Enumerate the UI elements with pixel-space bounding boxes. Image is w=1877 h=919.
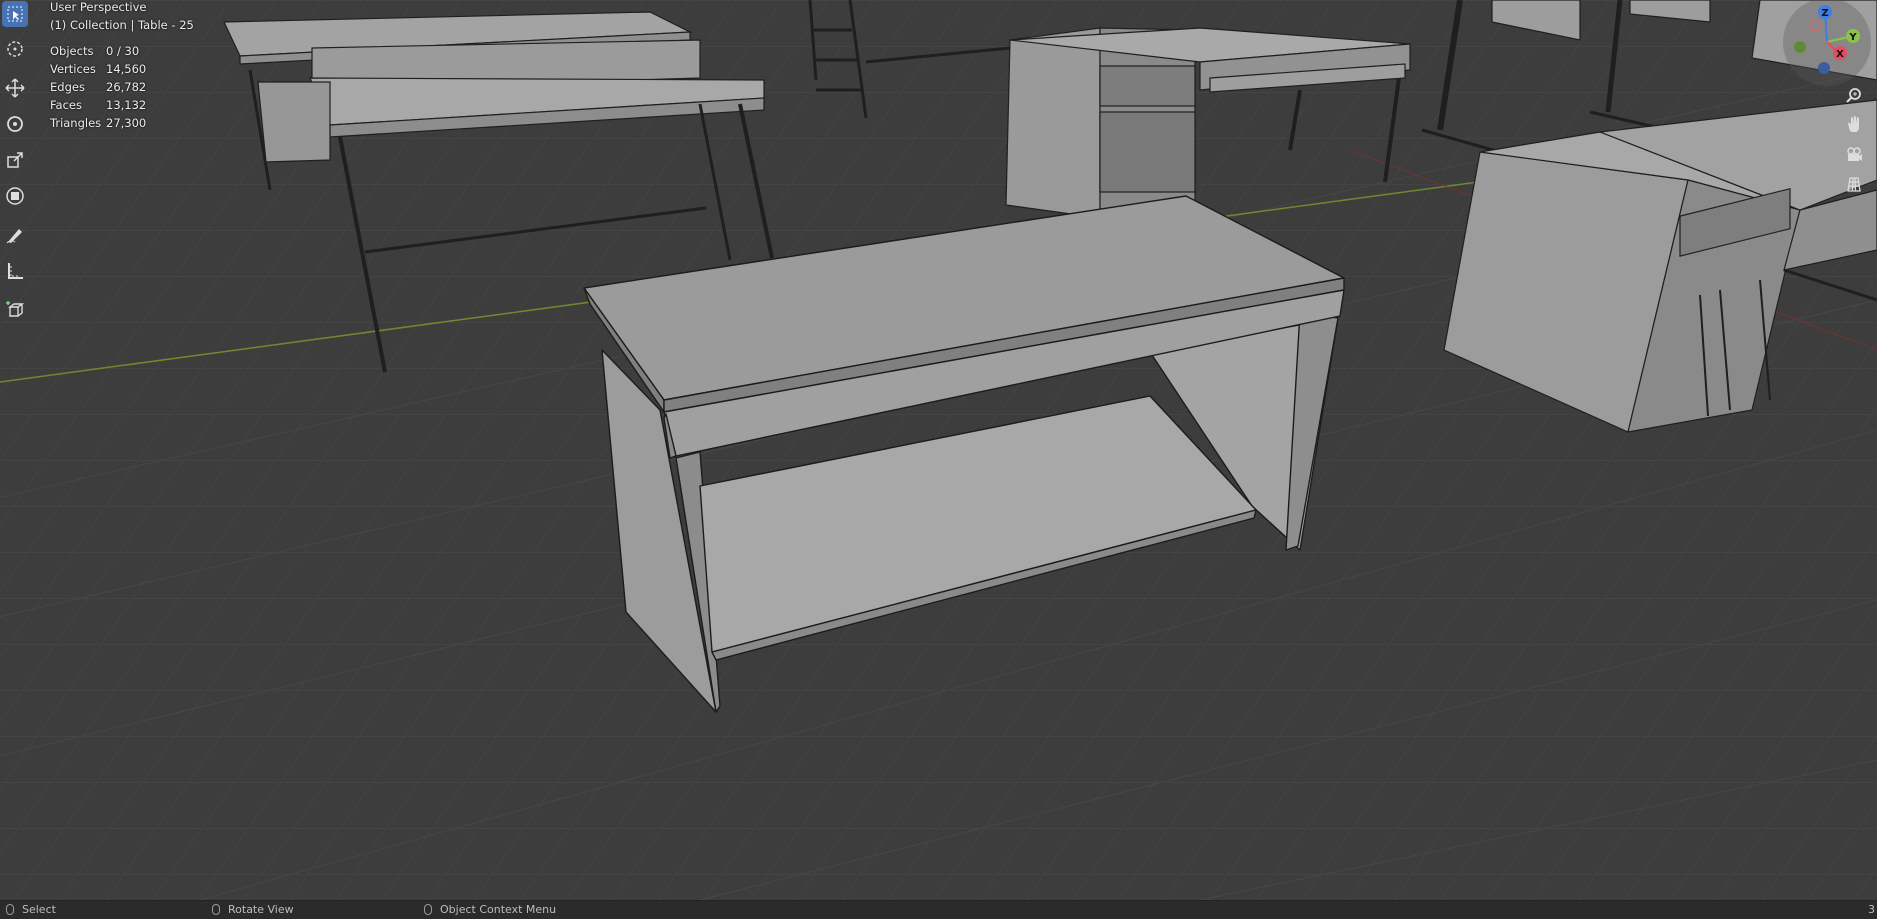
cursor-tool[interactable] (2, 36, 28, 62)
zoom-button[interactable] (1840, 81, 1868, 109)
mouse-right-icon (424, 904, 432, 915)
measure-tool[interactable] (2, 258, 28, 284)
stat-vertices: Vertices 14,560 (50, 62, 147, 76)
stat-triangles: Triangles 27,300 (50, 116, 147, 130)
status-context-hint: Object Context Menu (424, 903, 556, 916)
scale-tool[interactable] (2, 147, 28, 173)
ortho-toggle-button[interactable] (1840, 170, 1868, 198)
move-tool[interactable] (2, 75, 28, 101)
annotate-pencil-icon (6, 229, 22, 244)
gizmo-z-label: Z (1821, 8, 1828, 19)
scale-icon (7, 152, 23, 168)
stat-edges: Edges 26,782 (50, 80, 147, 94)
transform-icon (6, 187, 24, 205)
select-box-tool[interactable] (2, 1, 28, 27)
rotate-icon (7, 116, 23, 132)
stat-objects: Objects 0 / 30 (50, 44, 140, 58)
transform-tool[interactable] (2, 183, 28, 209)
gizmo-y-label: Y (1848, 32, 1857, 43)
view-name: User Perspective (50, 0, 147, 14)
zoom-icon (1846, 88, 1861, 103)
move-icon (5, 78, 25, 98)
camera-icon (1847, 147, 1862, 161)
camera-view-button[interactable] (1840, 140, 1868, 168)
status-bar: Select Rotate View Object Context Menu 3 (0, 900, 1877, 919)
mouse-left-icon (6, 904, 14, 915)
status-right-text: 3 (1868, 903, 1875, 916)
rotate-tool[interactable] (2, 111, 28, 137)
scene-statistics: Objects 0 / 30 Vertices 14,560 Edges 26,782… (50, 42, 194, 132)
pan-button[interactable] (1840, 110, 1868, 138)
gizmo-neg-y-axis[interactable] (1794, 41, 1806, 53)
grid-view-icon (1847, 177, 1861, 192)
status-rotate-hint: Rotate View (212, 903, 294, 916)
mouse-middle-icon (212, 904, 220, 915)
add-cube-icon (6, 301, 25, 317)
stat-faces: Faces 13,132 (50, 98, 147, 112)
scene-canvas[interactable] (0, 0, 1877, 900)
viewport-info-overlay: User Perspective (1) Collection | Table … (50, 0, 194, 132)
select-box-icon (7, 6, 23, 22)
gizmo-neg-z-axis[interactable] (1818, 62, 1830, 74)
hand-pan-icon (1848, 116, 1859, 132)
annotate-tool[interactable] (2, 222, 28, 248)
3d-viewport[interactable]: User Perspective (1) Collection | Table … (0, 0, 1877, 900)
collection-label: (1) Collection | Table - 25 (50, 18, 194, 32)
cursor-icon (7, 41, 23, 57)
add-cube-tool[interactable] (2, 297, 28, 323)
status-select-hint: Select (6, 903, 56, 916)
gizmo-x-label: X (1836, 49, 1844, 60)
measure-ruler-icon (8, 263, 23, 279)
